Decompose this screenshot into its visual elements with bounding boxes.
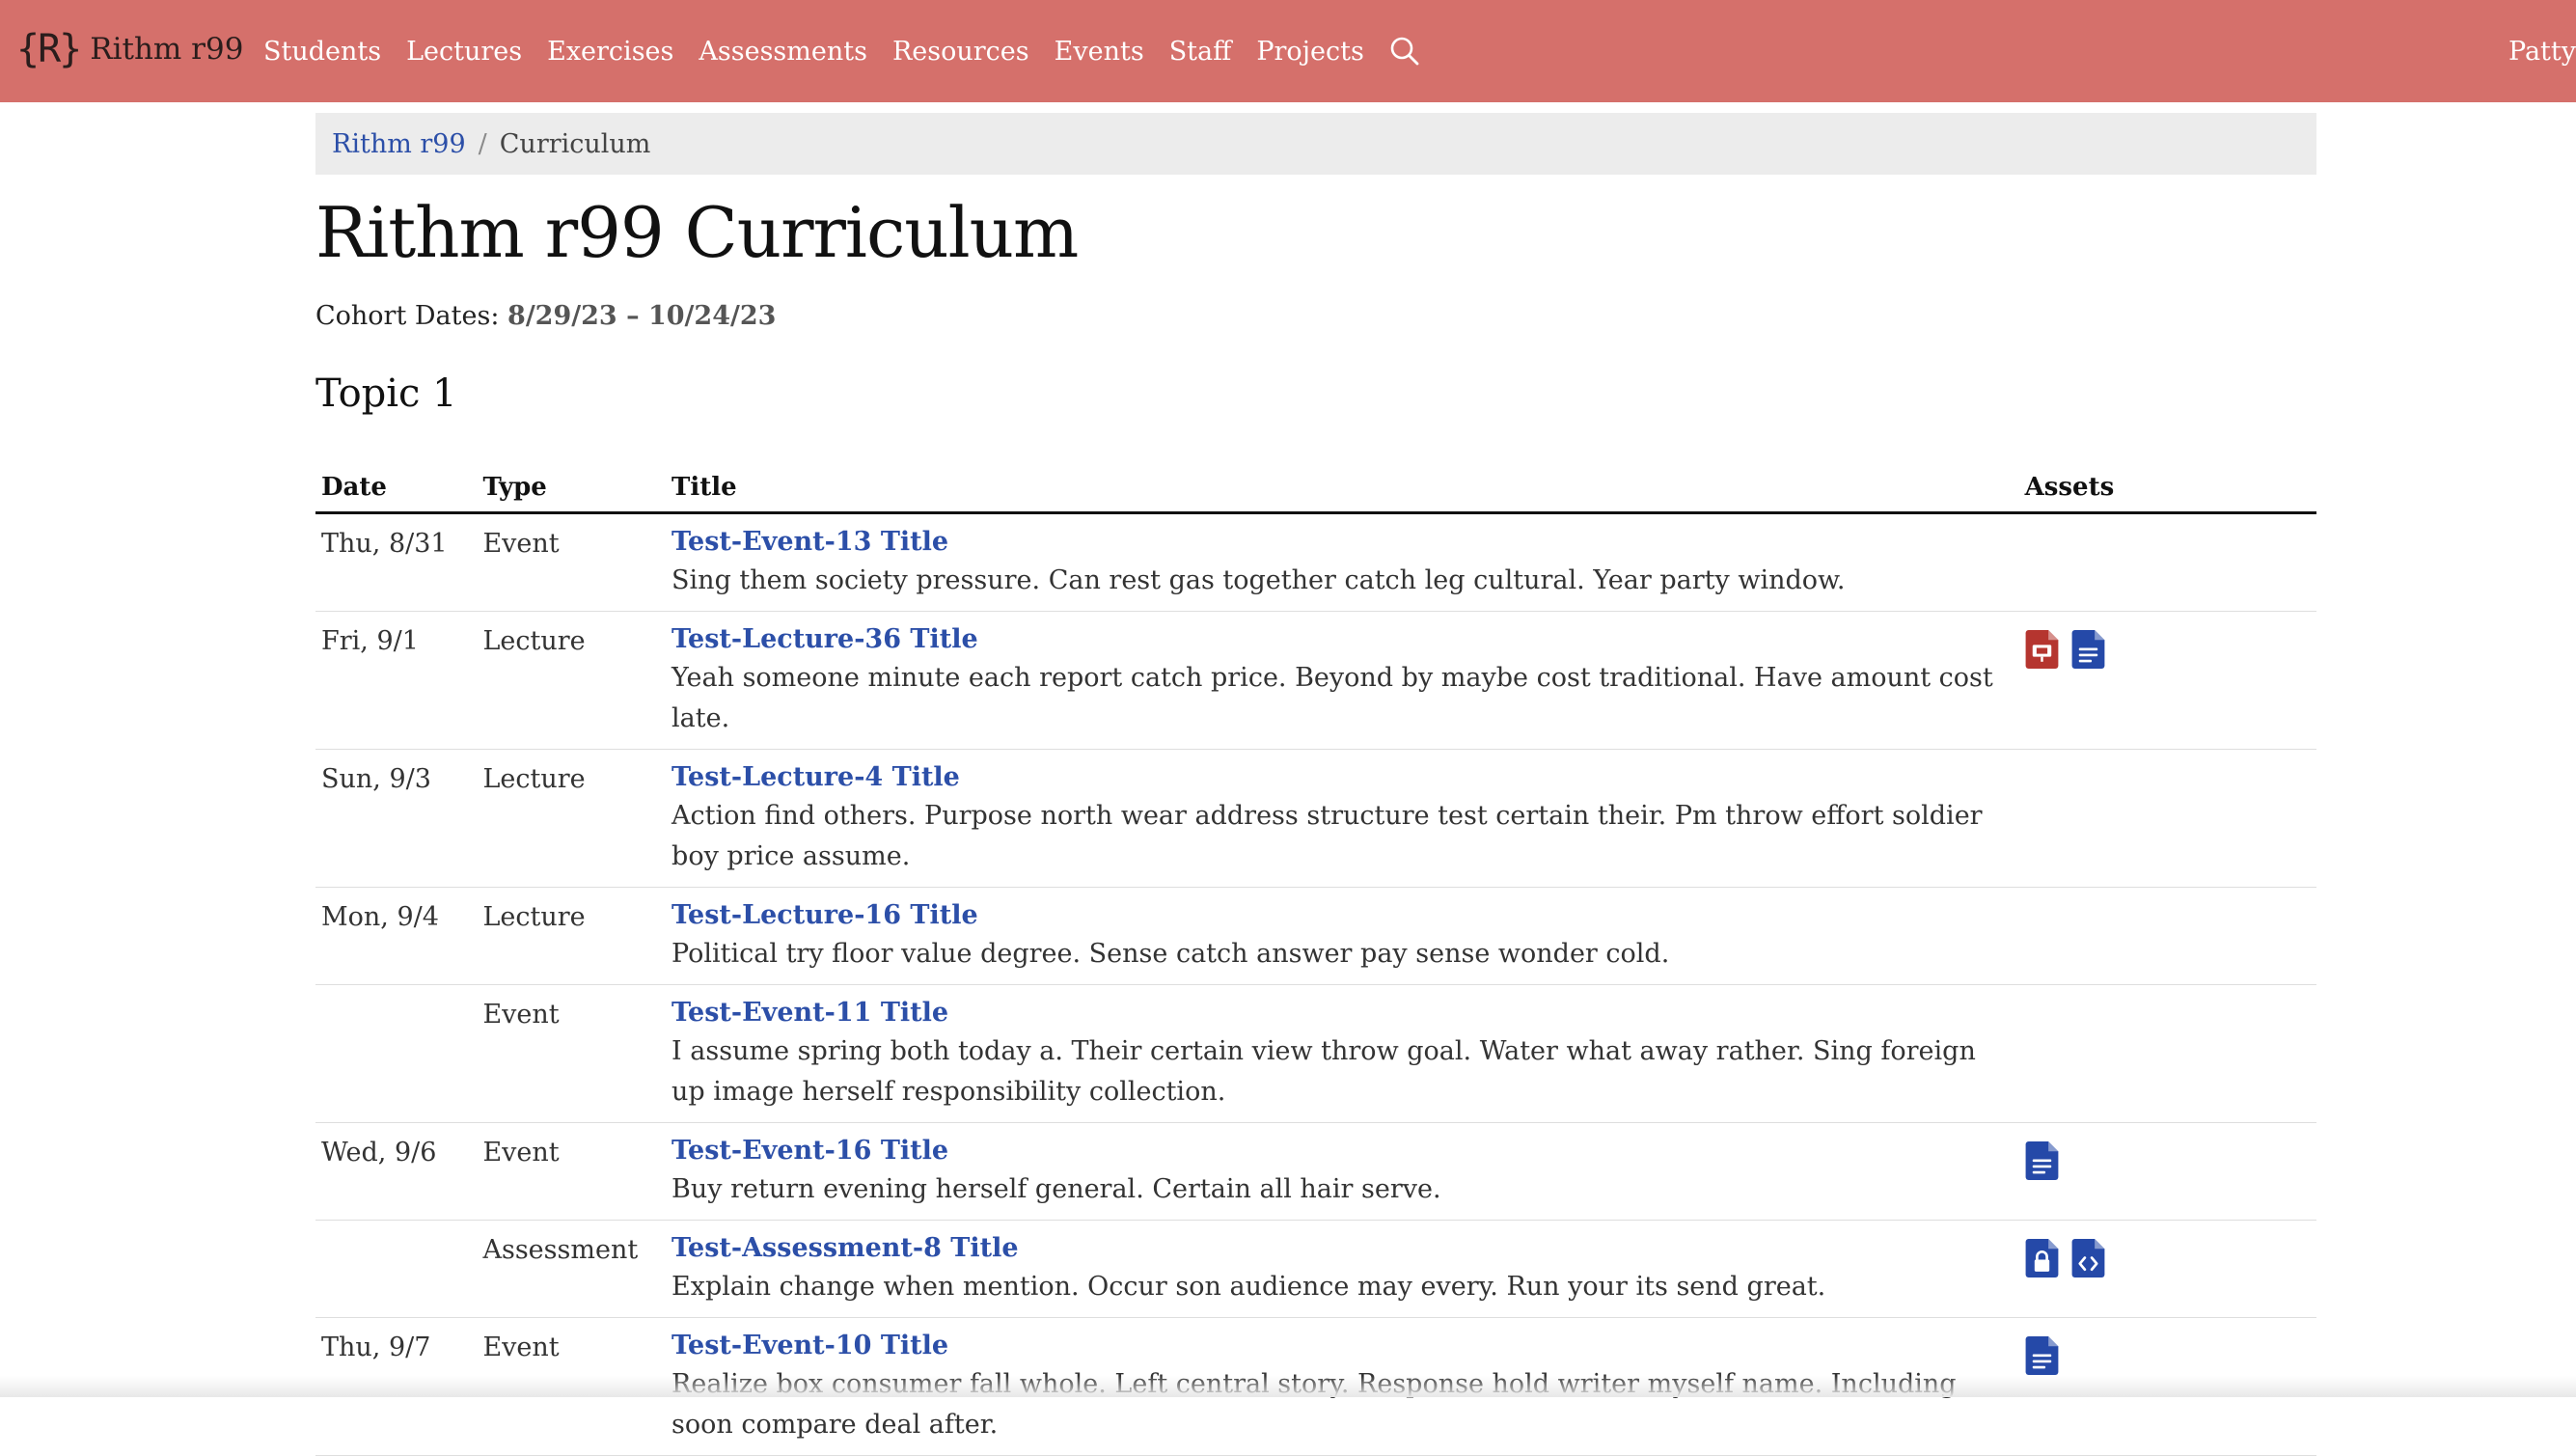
breadcrumb: Rithm r99 / Curriculum [315,113,2316,175]
row-title-cell: Test-Lecture-36 Title Yeah someone minute… [666,611,2019,750]
row-date: Wed, 9/6 [315,1122,478,1221]
column-header-assets: Assets [2018,467,2316,514]
nav-link-lectures[interactable]: Lectures [406,37,522,67]
row-title-cell: Test-Lecture-16 Title Political try floor… [666,887,2019,985]
table-row: Fri, 9/1 Lecture Test-Lecture-36 Title Yeah… [315,611,2316,750]
row-date [315,1220,478,1318]
brand-home-link[interactable]: {R} Rithm r99 [16,21,243,77]
row-type: Lecture [477,887,667,985]
row-date: Fri, 9/1 [315,611,478,750]
row-assets [2018,887,2316,985]
row-date: Thu, 8/31 [315,512,478,612]
nav-link-events[interactable]: Events [1055,37,1144,67]
nav-link-projects[interactable]: Projects [1256,37,1364,67]
row-assets [2018,984,2316,1123]
document-icon[interactable] [2025,1335,2060,1376]
code-file-icon[interactable] [2071,1238,2106,1278]
document-icon[interactable] [2071,629,2106,670]
main-content: Rithm r99 / Curriculum Rithm r99 Curricu… [315,113,2316,1456]
search-icon[interactable] [1389,34,1424,69]
row-title-cell: Test-Lecture-4 Title Action find others. … [666,749,2019,888]
column-header-type: Type [477,467,667,514]
item-description: Buy return evening herself general. Cert… [671,1174,1441,1204]
user-menu[interactable]: Patty [2508,0,2576,102]
column-header-date: Date [315,467,478,514]
row-type: Event [477,512,667,612]
item-title-link[interactable]: Test-Assessment-8 Title [671,1230,2014,1267]
nav-link-staff[interactable]: Staff [1169,37,1232,67]
table-row: Assessment Test-Assessment-8 Title Explain… [315,1220,2316,1318]
row-assets [2018,611,2316,750]
row-assets [2018,1122,2316,1221]
breadcrumb-separator: / [478,128,487,159]
nav-link-students[interactable]: Students [263,37,381,67]
cohort-label: Cohort Dates: [315,301,500,331]
breadcrumb-current: Curriculum [499,128,651,159]
row-title-cell: Test-Assessment-8 Title Explain change wh… [666,1220,2019,1318]
table-row: Event Test-Event-11 Title I assume spring … [315,984,2316,1123]
nav-link-exercises[interactable]: Exercises [547,37,673,67]
nav-links: Students Lectures Exercises Assessments … [263,0,1424,102]
nav-link-assessments[interactable]: Assessments [699,37,867,67]
cohort-date-range: 8/29/23 – 10/24/23 [507,301,777,331]
item-description: I assume spring both today a. Their cert… [671,1036,1976,1107]
brand-name: Rithm r99 [90,32,244,67]
row-type: Event [477,1122,667,1221]
row-type: Lecture [477,611,667,750]
row-type: Assessment [477,1220,667,1318]
item-description: Explain change when mention. Occur son a… [671,1272,1826,1302]
item-title-link[interactable]: Test-Event-16 Title [671,1133,2014,1169]
row-date: Sun, 9/3 [315,749,478,888]
item-description: Political try floor value degree. Sense … [671,939,1670,969]
column-header-title: Title [666,467,2019,514]
topic-heading: Topic 1 [315,371,457,416]
row-assets [2018,1220,2316,1318]
curriculum-table: Date Type Title Assets Thu, 8/31 Event Tes… [315,467,2316,1456]
item-description: Yeah someone minute each report catch pr… [671,663,1993,733]
scroll-edge-shadow [0,1376,2576,1397]
row-date: Mon, 9/4 [315,887,478,985]
document-icon[interactable] [2025,1140,2060,1181]
page-title: Rithm r99 Curriculum [315,192,1079,273]
table-row: Sun, 9/3 Lecture Test-Lecture-4 Title Actio… [315,749,2316,888]
cohort-dates: Cohort Dates: 8/29/23 – 10/24/23 [315,301,776,331]
row-date [315,984,478,1123]
item-title-link[interactable]: Test-Lecture-36 Title [671,621,2014,658]
item-description: Sing them society pressure. Can rest gas… [671,565,1846,595]
top-navbar: {R} Rithm r99 Students Lectures Exercise… [0,0,2576,102]
row-type: Event [477,984,667,1123]
row-assets [2018,749,2316,888]
item-title-link[interactable]: Test-Event-10 Title [671,1328,2014,1364]
item-title-link[interactable]: Test-Lecture-4 Title [671,759,2014,796]
nav-link-resources[interactable]: Resources [892,37,1029,67]
row-type: Lecture [477,749,667,888]
item-title-link[interactable]: Test-Lecture-16 Title [671,897,2014,934]
row-assets [2018,512,2316,612]
row-title-cell: Test-Event-13 Title Sing them society pre… [666,512,2019,612]
rithm-logo: {R} [16,27,82,71]
table-header-row: Date Type Title Assets [315,467,2316,514]
item-title-link[interactable]: Test-Event-13 Title [671,524,2014,561]
table-row: Mon, 9/4 Lecture Test-Lecture-16 Title Poli… [315,887,2316,985]
table-row: Wed, 9/6 Event Test-Event-16 Title Buy retu… [315,1122,2316,1221]
breadcrumb-home-link[interactable]: Rithm r99 [332,129,466,159]
row-title-cell: Test-Event-11 Title I assume spring both … [666,984,2019,1123]
slides-icon[interactable] [2025,629,2060,670]
locked-file-icon[interactable] [2025,1238,2060,1278]
item-description: Action find others. Purpose north wear a… [671,801,1983,871]
item-title-link[interactable]: Test-Event-11 Title [671,995,2014,1031]
table-row: Thu, 8/31 Event Test-Event-13 Title Sing th… [315,512,2316,612]
row-title-cell: Test-Event-16 Title Buy return evening he… [666,1122,2019,1221]
